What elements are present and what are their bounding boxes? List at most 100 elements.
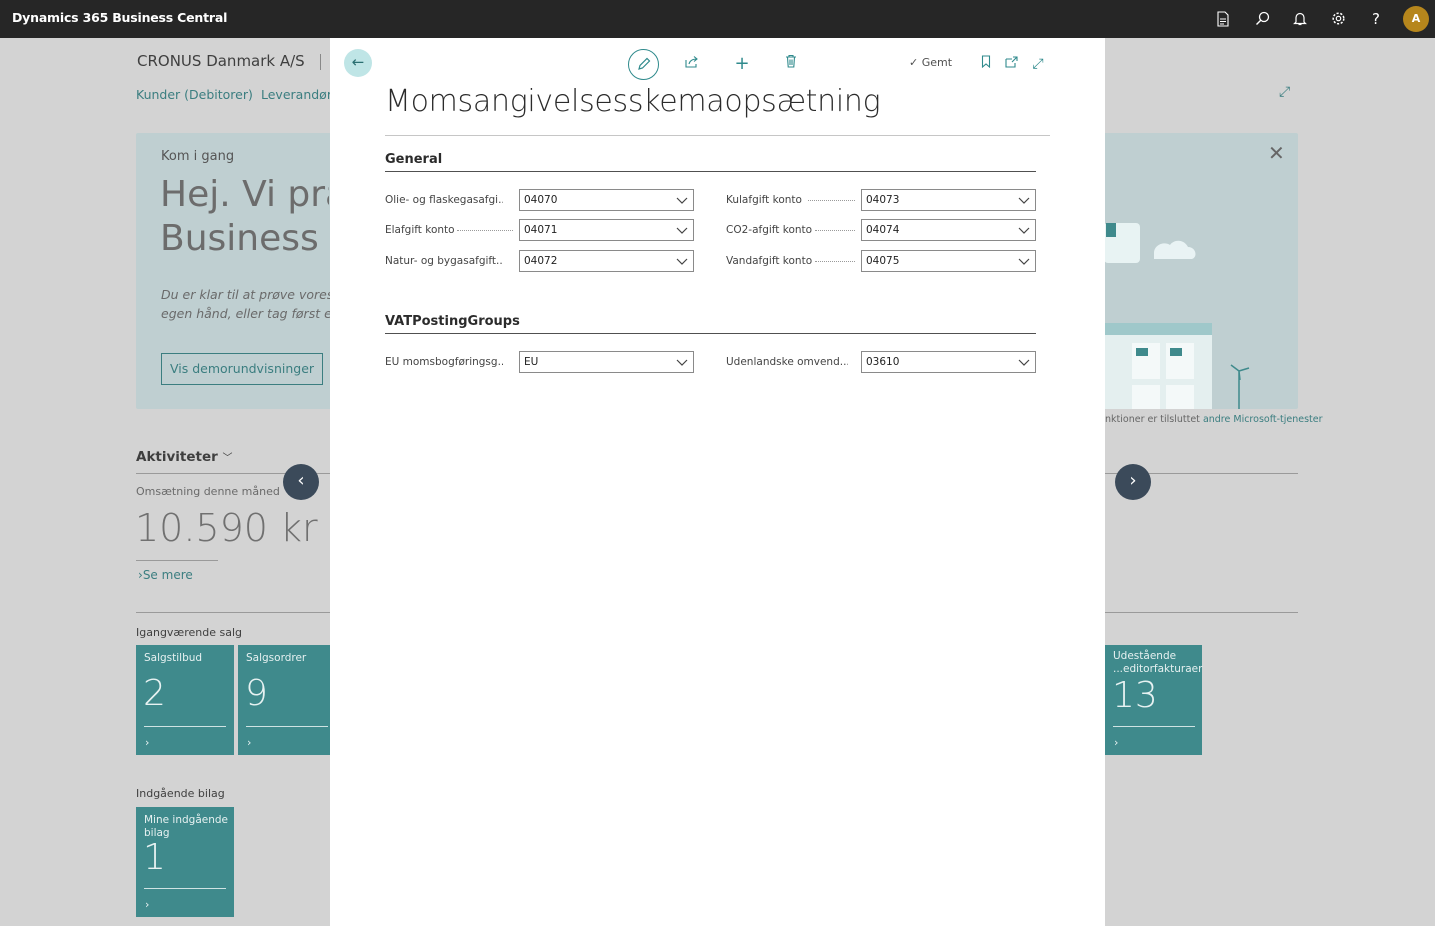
field-value: 03610 <box>866 356 900 368</box>
carousel-prev-button[interactable]: ‹ <box>283 464 319 500</box>
field-label-eu-momsbogforing: EU momsbogføringsg... <box>385 356 503 368</box>
activities-title[interactable]: Aktiviteter ﹀ <box>136 449 233 465</box>
field-udenlandske-omvendt[interactable]: 03610 <box>861 351 1036 373</box>
nav-link-leverandorer[interactable]: Leverandøre <box>261 87 330 102</box>
nav-link-kunder[interactable]: Kunder (Debitorer) <box>136 87 253 102</box>
chevron-right-icon: › <box>247 736 252 749</box>
see-more-link[interactable]: ›Se mere <box>138 568 193 582</box>
open-new-window-icon[interactable] <box>1000 53 1022 75</box>
chevron-down-icon[interactable] <box>675 253 689 269</box>
field-olie-flaskegas[interactable]: 04070 <box>519 189 694 211</box>
revenue-label: Omsætning denne måned <box>136 485 280 498</box>
field-value: 04071 <box>524 224 558 236</box>
chevron-down-icon[interactable] <box>1017 192 1031 208</box>
hero-heading-line1: Hej. Vi præ <box>160 174 329 215</box>
bell-icon[interactable] <box>1290 9 1310 29</box>
field-label-vandafgift: Vandafgift konto <box>726 255 813 267</box>
ongoing-sales-label: Igangværende salg <box>136 626 243 639</box>
company-name[interactable]: CRONUS Danmark A/S <box>137 52 305 70</box>
field-eu-momsbogforing[interactable]: EU <box>519 351 694 373</box>
field-elafgift[interactable]: 04071 <box>519 219 694 241</box>
tile-udestaaende-kreditorfakturaer[interactable]: Udestående ...editorfakturaer 13 › <box>1105 645 1202 755</box>
divider <box>1113 726 1195 727</box>
hero-intro-line2: egen hånd, eller tag først en <box>161 306 331 321</box>
app-title[interactable]: Dynamics 365 Business Central <box>12 10 227 25</box>
tile-value: 2 <box>143 673 166 714</box>
page-title: Momsangivelsesskemaopsætning <box>385 84 881 119</box>
expand-icon[interactable]: ⤢ <box>1027 53 1049 75</box>
field-natur-bygas[interactable]: 04072 <box>519 250 694 272</box>
group-title-general[interactable]: General <box>385 152 442 167</box>
divider <box>320 54 321 70</box>
field-kulafgift[interactable]: 04073 <box>861 189 1036 211</box>
chevron-down-icon[interactable] <box>675 192 689 208</box>
field-value: EU <box>524 356 539 368</box>
tile-mine-indgaaende-bilag[interactable]: Mine indgående bilag 1 › <box>136 807 234 917</box>
divider <box>136 612 330 613</box>
close-icon[interactable]: ✕ <box>1268 141 1285 165</box>
field-label-elafgift: Elafgift konto <box>385 224 455 236</box>
divider <box>144 888 226 889</box>
tile-name: Salgstilbud <box>144 652 203 664</box>
saved-status: ✓ Gemt <box>909 56 952 69</box>
divider <box>1105 612 1298 613</box>
hero-intro-line1: Du er klar til at prøve vores <box>161 287 331 302</box>
chevron-down-icon[interactable] <box>1017 354 1031 370</box>
top-bar: Dynamics 365 Business Central ? A <box>0 0 1435 38</box>
field-value: 04072 <box>524 255 558 267</box>
bookmark-icon[interactable] <box>975 53 997 75</box>
field-label-kulafgift: Kulafgift konto <box>726 194 802 206</box>
add-icon[interactable]: + <box>731 53 753 75</box>
field-label-natur-bygas: Natur- og bygasafgift... <box>385 255 503 267</box>
microsoft-services-link[interactable]: andre Microsoft-tjenester <box>1203 414 1323 425</box>
tile-salgsordrer[interactable]: Salgsordrer 9 › <box>238 645 330 755</box>
divider <box>144 726 226 727</box>
tile-name: Udestående ...editorfakturaer <box>1113 650 1203 675</box>
divider <box>246 726 328 727</box>
tile-value: 1 <box>143 837 166 878</box>
chevron-down-icon[interactable] <box>675 222 689 238</box>
hero-label: Kom i gang <box>161 149 235 164</box>
chevron-down-icon[interactable] <box>675 354 689 370</box>
avatar[interactable]: A <box>1403 6 1429 32</box>
see-more-label: Se mere <box>142 568 193 582</box>
carousel-next-button[interactable]: › <box>1115 464 1151 500</box>
revenue-value[interactable]: 10.590 kr <box>135 506 318 550</box>
dotted-leader <box>815 261 855 262</box>
field-label-olie-flaskegas: Olie- og flaskegasafgi... <box>385 194 503 206</box>
chevron-right-icon: › <box>145 736 150 749</box>
connected-text: nktioner er tilsluttet <box>1105 414 1200 425</box>
back-arrow-icon[interactable]: ← <box>344 49 372 77</box>
divider <box>136 560 218 561</box>
incoming-documents-label: Indgående bilag <box>136 787 225 800</box>
document-icon[interactable] <box>1213 9 1233 29</box>
help-icon[interactable]: ? <box>1366 9 1386 29</box>
field-label-co2-afgift: CO2-afgift konto <box>726 224 813 236</box>
chevron-down-icon[interactable] <box>1017 222 1031 238</box>
hero-heading-line2: Business C <box>160 218 329 259</box>
tile-name: Salgsordrer <box>246 652 307 664</box>
share-icon[interactable] <box>681 53 703 75</box>
tile-salgstilbud[interactable]: Salgstilbud 2 › <box>136 645 234 755</box>
saved-label: Gemt <box>921 56 953 69</box>
divider <box>385 333 1036 334</box>
divider <box>385 135 1050 136</box>
gear-icon[interactable] <box>1328 9 1348 29</box>
checkmark-icon: ✓ <box>909 56 919 69</box>
card-page-dialog: ← + ✓ Gemt ⤢ Momsangivelsesskemaopsætnin… <box>330 38 1105 926</box>
expand-icon[interactable]: ⤢ <box>1279 84 1290 100</box>
search-icon[interactable] <box>1252 9 1272 29</box>
tile-value: 13 <box>1112 675 1158 716</box>
tile-value: 9 <box>245 673 268 714</box>
field-vandafgift[interactable]: 04075 <box>861 250 1036 272</box>
field-value: 04070 <box>524 194 558 206</box>
field-co2-afgift[interactable]: 04074 <box>861 219 1036 241</box>
connected-services-text: nktioner er tilsluttet andre Microsoft-t… <box>1105 414 1323 425</box>
chevron-down-icon[interactable] <box>1017 253 1031 269</box>
field-value: 04073 <box>866 194 900 206</box>
edit-pencil-icon[interactable] <box>628 49 659 80</box>
delete-trash-icon[interactable] <box>780 53 802 75</box>
dotted-leader <box>808 200 855 201</box>
demo-tours-button[interactable]: Vis demorundvisninger <box>161 353 323 385</box>
group-title-vatpostinggroups[interactable]: VATPostingGroups <box>385 314 520 329</box>
